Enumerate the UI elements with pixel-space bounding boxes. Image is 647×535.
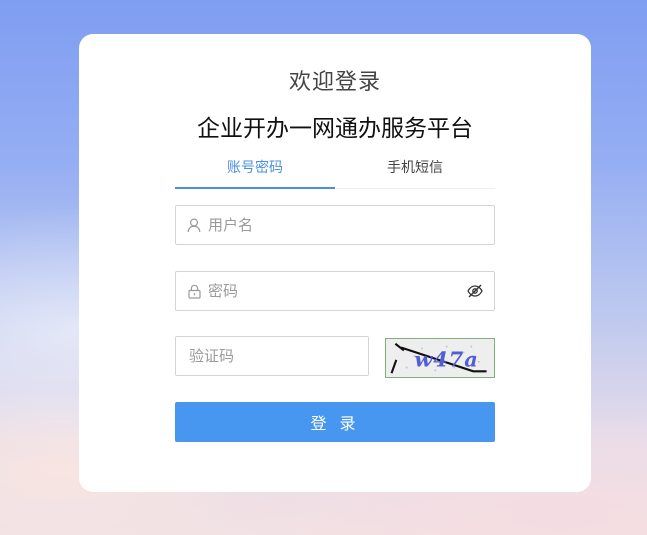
captcha-input[interactable] (187, 337, 358, 375)
password-input[interactable] (206, 272, 458, 310)
login-card: 欢迎登录 企业开办一网通办服务平台 账号密码 手机短信 用户名 验证码 w47a… (79, 34, 591, 492)
tab-account-password[interactable]: 账号密码 (175, 154, 335, 189)
password-field[interactable] (175, 271, 495, 311)
tab-sms[interactable]: 手机短信 (335, 154, 495, 188)
login-tabs: 账号密码 手机短信 (175, 154, 495, 189)
platform-title: 企业开办一网通办服务平台 (197, 116, 473, 142)
captcha-text: w47a (414, 347, 478, 372)
captcha-image[interactable]: w47a (385, 338, 495, 378)
eye-slash-icon[interactable] (467, 284, 483, 298)
welcome-title: 欢迎登录 (288, 70, 381, 95)
lock-icon (188, 284, 201, 299)
captcha-field[interactable] (175, 336, 369, 376)
username-input[interactable] (206, 206, 484, 244)
user-icon (187, 218, 201, 233)
login-button[interactable]: 登 录 (175, 402, 495, 442)
username-field[interactable] (175, 205, 495, 245)
